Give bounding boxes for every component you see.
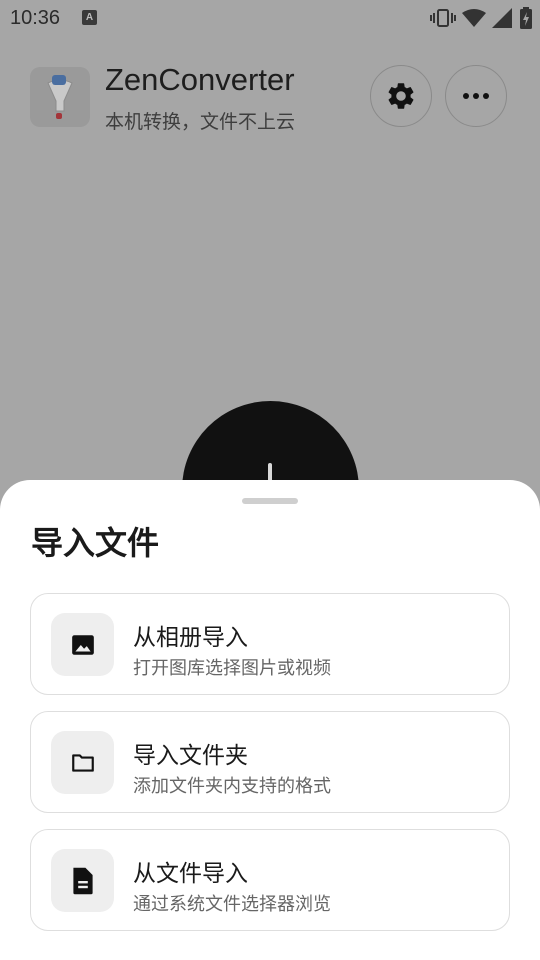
more-icon <box>463 93 489 99</box>
import-folder-option[interactable]: 导入文件夹 添加文件夹内支持的格式 <box>30 711 510 813</box>
option-title: 导入文件夹 <box>133 742 248 768</box>
option-title: 从文件导入 <box>133 860 248 886</box>
funnel-icon <box>47 75 73 119</box>
document-icon <box>72 867 93 894</box>
settings-button[interactable] <box>370 65 432 127</box>
status-icons <box>430 7 532 29</box>
option-icon-box <box>51 613 114 676</box>
folder-icon <box>71 753 94 772</box>
status-bar: 10:36 A <box>0 0 540 36</box>
gear-icon <box>388 83 414 109</box>
app-icon <box>30 67 90 127</box>
import-from-files-option[interactable]: 从文件导入 通过系统文件选择器浏览 <box>30 829 510 931</box>
sheet-drag-handle[interactable] <box>242 498 298 504</box>
import-bottom-sheet: 导入文件 从相册导入 打开图库选择图片或视频 导入文件夹 添加文件夹内支持的格式 <box>0 480 540 960</box>
option-description: 通过系统文件选择器浏览 <box>133 894 331 914</box>
option-icon-box <box>51 731 114 794</box>
more-button[interactable] <box>445 65 507 127</box>
app-tagline: 本机转换，文件不上云 <box>105 112 296 133</box>
option-title: 从相册导入 <box>133 624 248 650</box>
notification-icon: A <box>82 10 97 25</box>
option-description: 添加文件夹内支持的格式 <box>133 776 331 796</box>
image-icon <box>71 634 94 655</box>
import-from-gallery-option[interactable]: 从相册导入 打开图库选择图片或视频 <box>30 593 510 695</box>
app-title: ZenConverter <box>105 62 295 97</box>
sheet-title: 导入文件 <box>31 525 160 561</box>
option-description: 打开图库选择图片或视频 <box>133 658 331 678</box>
wifi-icon <box>462 9 486 27</box>
vibrate-icon <box>430 9 456 27</box>
battery-icon <box>520 7 532 29</box>
status-time: 10:36 <box>10 7 61 29</box>
signal-icon <box>492 8 512 28</box>
option-icon-box <box>51 849 114 912</box>
